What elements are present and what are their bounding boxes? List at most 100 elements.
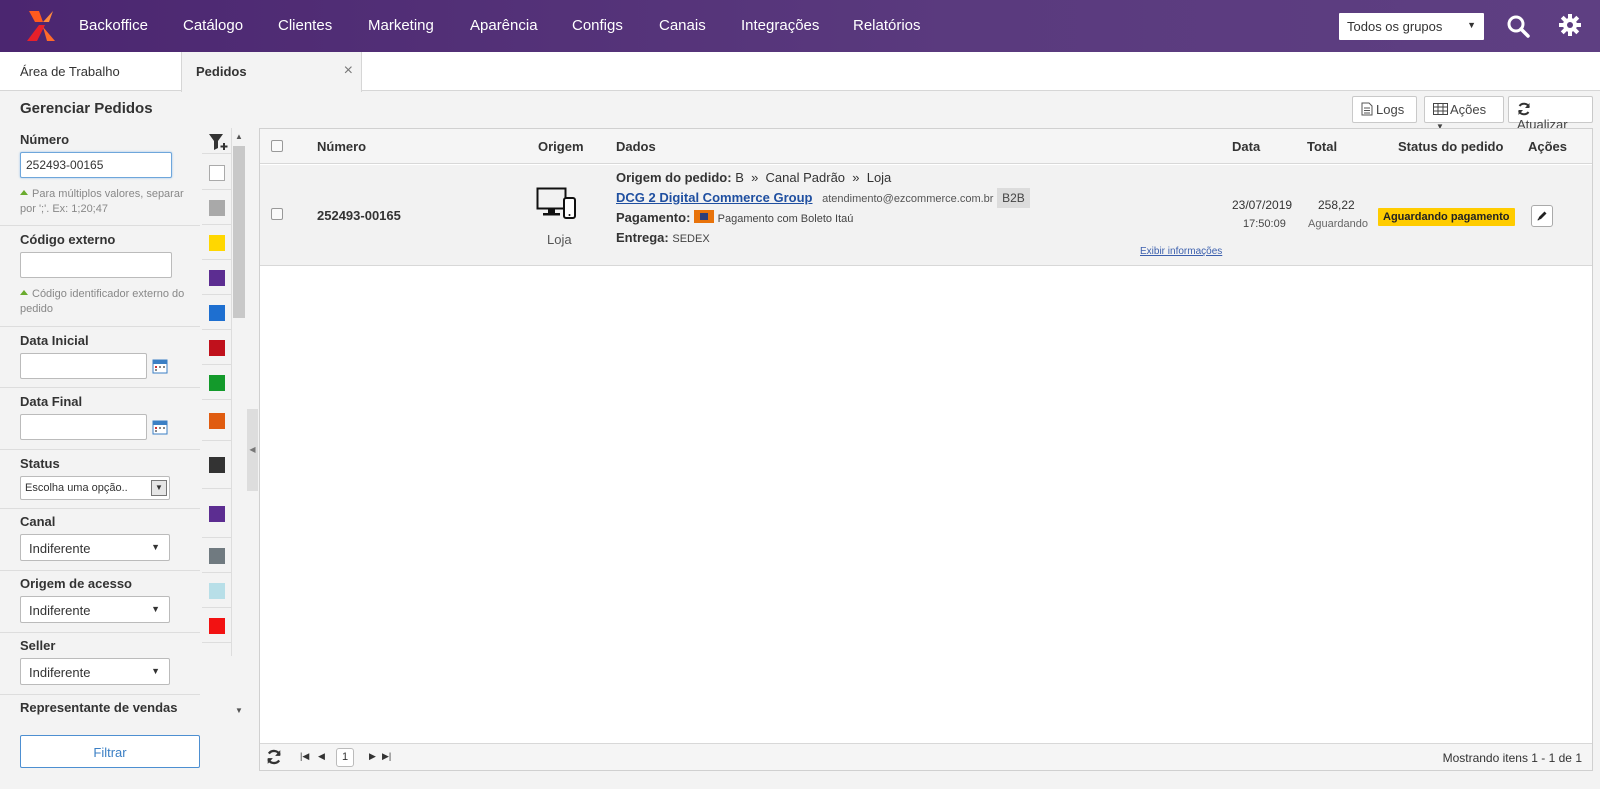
color-swatch (209, 413, 225, 429)
tab-pedidos[interactable]: Pedidos × (181, 52, 362, 92)
boleto-icon (694, 210, 715, 223)
col-numero[interactable]: Número (317, 139, 366, 154)
color-swatch (209, 165, 225, 181)
customer-line: DCG 2 Digital Commerce Group atendimento… (616, 188, 1030, 208)
customer-link[interactable]: DCG 2 Digital Commerce Group (616, 190, 812, 205)
nav-marketing[interactable]: Marketing (368, 17, 434, 34)
chevron-left-icon: ◀ (249, 445, 256, 454)
calendar-icon[interactable] (152, 419, 168, 435)
color-swatch (209, 506, 225, 522)
canal-select[interactable]: Indiferente ▼ (20, 534, 170, 561)
order-total: 258,22 (1318, 198, 1355, 212)
col-status[interactable]: Status do pedido (1398, 139, 1503, 154)
color-filter-item[interactable] (202, 260, 232, 295)
nav-integracoes[interactable]: Integrações (741, 17, 819, 34)
edit-button[interactable] (1531, 205, 1553, 227)
nav-catalogo[interactable]: Catálogo (183, 17, 243, 34)
tab-area-de-trabalho[interactable]: Área de Trabalho (20, 52, 120, 91)
color-filter-item[interactable] (202, 365, 232, 400)
origin-label: Loja (547, 232, 572, 247)
scrollbar-thumb[interactable] (233, 146, 245, 318)
next-page-icon[interactable]: ▶ (369, 751, 376, 762)
acoes-label: Ações (1450, 102, 1487, 117)
select-all-checkbox[interactable] (271, 140, 283, 152)
filtrar-button[interactable]: Filtrar (20, 735, 200, 768)
seller-select-value: Indiferente (29, 665, 91, 680)
color-filter-item[interactable] (202, 155, 232, 190)
color-filter-item[interactable] (202, 330, 232, 365)
col-dados[interactable]: Dados (616, 139, 656, 154)
col-origem[interactable]: Origem (538, 139, 584, 154)
scroll-down-icon[interactable]: ▼ (235, 706, 243, 715)
seller-select[interactable]: Indiferente ▼ (20, 658, 170, 685)
nav-clientes[interactable]: Clientes (278, 17, 332, 34)
filter-panel: Número 252493-00165 Para múltiplos valor… (0, 128, 200, 723)
data-final-input[interactable] (20, 414, 147, 440)
divider (0, 632, 200, 633)
atualizar-button[interactable]: Atualizar (1508, 96, 1593, 132)
status-select[interactable]: Escolha uma opção.. ▼ (20, 476, 170, 500)
data-inicial-label: Data Inicial (20, 333, 89, 348)
refresh-icon[interactable] (266, 749, 282, 765)
prev-page-icon[interactable]: ◀ (318, 751, 325, 762)
grid-footer: |◀ ◀ 1 ▶ ▶| Mostrando itens 1 - 1 de 1 (260, 743, 1592, 770)
scroll-up-icon[interactable]: ▲ (235, 132, 243, 141)
color-swatch (209, 200, 225, 216)
color-filter-item[interactable] (202, 489, 232, 538)
close-icon[interactable]: × (344, 62, 353, 80)
show-info-link[interactable]: Exibir informações (1140, 246, 1222, 257)
last-page-icon[interactable]: ▶| (382, 751, 391, 762)
pencil-icon (1537, 211, 1547, 221)
filter-codigo-externo: Código externo Código identificador exte… (20, 232, 200, 315)
color-filter-item[interactable] (202, 608, 232, 643)
dropdown-arrow-icon: ▼ (151, 666, 160, 676)
logs-button[interactable]: Logs (1352, 96, 1417, 123)
entrega-label: Entrega: (616, 230, 669, 245)
filter-add-icon[interactable] (208, 133, 228, 151)
calendar-icon[interactable] (152, 358, 168, 374)
nav-canais[interactable]: Canais (659, 17, 706, 34)
order-origin-line: Origem do pedido: B » Canal Padrão » Loj… (616, 170, 891, 185)
color-filter-item[interactable] (202, 295, 232, 330)
collapse-panel-handle[interactable]: ◀ (247, 409, 258, 491)
color-filter-item[interactable] (202, 190, 232, 225)
logo-icon[interactable] (25, 9, 57, 43)
color-filter-item[interactable] (202, 441, 232, 489)
row-checkbox[interactable] (271, 208, 283, 220)
search-icon[interactable] (1506, 14, 1530, 38)
color-filter-item[interactable] (202, 225, 232, 260)
pagamento-label: Pagamento: (616, 210, 691, 225)
acoes-button[interactable]: Ações ▼ (1424, 96, 1504, 131)
col-total[interactable]: Total (1307, 139, 1337, 154)
nav-relatorios[interactable]: Relatórios (853, 17, 921, 34)
divider (0, 225, 200, 226)
color-filter-item[interactable] (202, 573, 232, 608)
color-filter-item[interactable] (202, 400, 232, 441)
origem-pedido-value: B » Canal Padrão » Loja (735, 170, 892, 185)
filter-origem-acesso: Origem de acesso Indiferente ▼ (20, 576, 200, 623)
desktop-device-icon (536, 187, 576, 219)
segment-badge: B2B (997, 188, 1030, 208)
col-data[interactable]: Data (1232, 139, 1260, 154)
numero-input[interactable]: 252493-00165 (20, 152, 172, 178)
delivery-line: Entrega: SEDEX (616, 230, 710, 245)
group-select[interactable]: Todos os grupos ▼ (1339, 13, 1484, 40)
nav-backoffice[interactable]: Backoffice (79, 17, 148, 34)
dropdown-arrow-icon: ▼ (151, 604, 160, 614)
data-final-label: Data Final (20, 394, 83, 409)
top-navbar: Backoffice Catálogo Clientes Marketing A… (0, 0, 1600, 52)
order-number[interactable]: 252493-00165 (317, 208, 401, 223)
nav-aparencia[interactable]: Aparência (470, 17, 538, 34)
divider (0, 326, 200, 327)
numero-label: Número (20, 132, 70, 147)
first-page-icon[interactable]: |◀ (300, 751, 309, 762)
data-inicial-input[interactable] (20, 353, 147, 379)
orders-grid: Número Origem Dados Data Total Status do… (259, 128, 1593, 771)
nav-configs[interactable]: Configs (572, 17, 623, 34)
gear-icon[interactable] (1558, 13, 1582, 37)
page-number[interactable]: 1 (336, 748, 354, 767)
origem-acesso-select[interactable]: Indiferente ▼ (20, 596, 170, 623)
color-filter-item[interactable] (202, 538, 232, 573)
codigo-input[interactable] (20, 252, 172, 278)
table-row[interactable]: 252493-00165 Loja Origem do pedido: B » … (260, 165, 1592, 266)
